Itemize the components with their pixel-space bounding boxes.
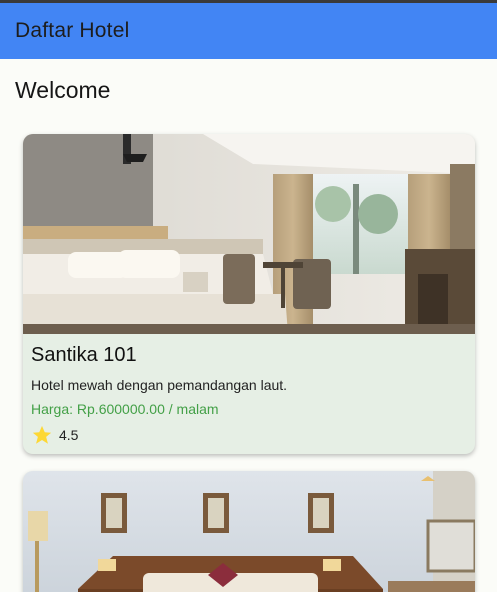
hotel-list-page[interactable]: Welcome Santika 101 Hotel mewah dengan p…: [0, 59, 497, 592]
hotel-photo: [23, 134, 475, 334]
hotel-card[interactable]: Santika 101 Hotel mewah dengan pemandang…: [23, 134, 475, 454]
app-bar-title: Daftar Hotel: [15, 19, 130, 42]
hotel-price: Harga: Rp.600000.00 / malam: [31, 401, 219, 417]
welcome-heading: Welcome: [15, 77, 111, 103]
hotel-rating: 4.5: [31, 424, 78, 446]
hotel-description: Hotel mewah dengan pemandangan laut.: [31, 377, 288, 393]
app-bar: Daftar Hotel: [0, 3, 497, 59]
hotel-card[interactable]: [23, 471, 475, 592]
star-icon: [32, 425, 52, 444]
hotel-name: Santika 101: [31, 344, 137, 366]
hotel-photo: [23, 471, 475, 592]
rating-value: 4.5: [59, 427, 79, 443]
